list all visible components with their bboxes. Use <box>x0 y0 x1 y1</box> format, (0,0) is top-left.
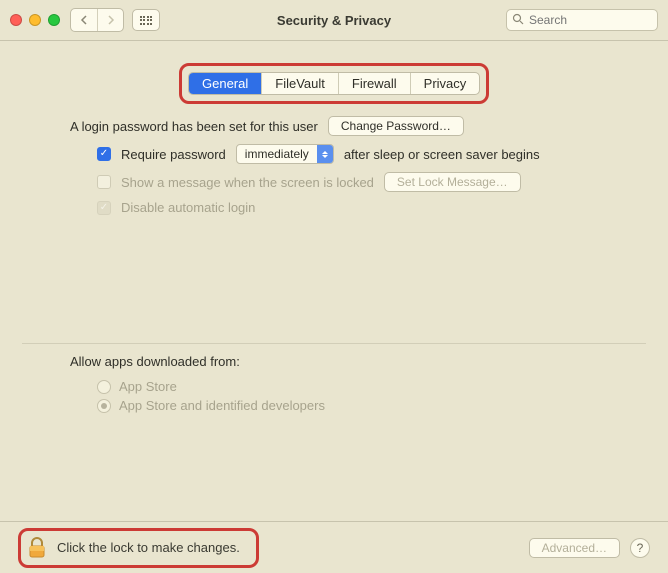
lock-text: Click the lock to make changes. <box>57 540 240 555</box>
close-icon[interactable] <box>10 14 22 26</box>
tabs-highlight: General FileVault Firewall Privacy <box>179 63 489 104</box>
window-controls <box>10 14 60 26</box>
chevron-up-down-icon <box>317 145 333 163</box>
show-message-checkbox <box>97 175 111 189</box>
titlebar: Security & Privacy <box>0 0 668 40</box>
set-lock-message-button: Set Lock Message… <box>384 172 521 192</box>
search-icon <box>512 13 524 28</box>
tab-privacy[interactable]: Privacy <box>411 73 480 94</box>
zoom-icon[interactable] <box>48 14 60 26</box>
grid-icon <box>140 16 153 25</box>
apps-identified-radio <box>97 399 111 413</box>
search-wrap <box>506 9 658 31</box>
password-set-row: A login password has been set for this u… <box>70 116 646 136</box>
bottom-bar: Click the lock to make changes. Advanced… <box>0 521 668 573</box>
apps-appstore-radio <box>97 380 111 394</box>
require-password-row: ✓ Require password immediately after sle… <box>97 144 646 164</box>
require-password-checkbox[interactable]: ✓ <box>97 147 111 161</box>
require-password-label: Require password <box>121 147 226 162</box>
apps-identified-row: App Store and identified developers <box>97 398 646 413</box>
advanced-button[interactable]: Advanced… <box>529 538 620 558</box>
back-button[interactable] <box>71 9 97 31</box>
apps-appstore-row: App Store <box>97 379 646 394</box>
lock-icon[interactable] <box>27 537 47 559</box>
show-message-label: Show a message when the screen is locked <box>121 175 374 190</box>
show-message-row: Show a message when the screen is locked… <box>97 172 646 192</box>
forward-button[interactable] <box>97 9 123 31</box>
change-password-button[interactable]: Change Password… <box>328 116 464 136</box>
apps-identified-label: App Store and identified developers <box>119 398 325 413</box>
password-set-text: A login password has been set for this u… <box>70 119 318 134</box>
disable-autologin-label: Disable automatic login <box>121 200 255 215</box>
lock-highlight: Click the lock to make changes. <box>18 528 259 568</box>
tab-general[interactable]: General <box>189 73 262 94</box>
show-all-button[interactable] <box>132 9 160 31</box>
disable-autologin-checkbox: ✓ <box>97 201 111 215</box>
disable-autologin-row: ✓ Disable automatic login <box>97 200 646 215</box>
content: General FileVault Firewall Privacy A log… <box>0 41 668 573</box>
nav-buttons <box>70 8 124 32</box>
minimize-icon[interactable] <box>29 14 41 26</box>
allow-apps-heading: Allow apps downloaded from: <box>70 354 646 369</box>
tab-bar: General FileVault Firewall Privacy <box>188 72 480 95</box>
section-divider <box>22 343 646 344</box>
tab-filevault[interactable]: FileVault <box>262 73 339 94</box>
tab-firewall[interactable]: Firewall <box>339 73 411 94</box>
require-password-after: after sleep or screen saver begins <box>344 147 540 162</box>
apps-appstore-label: App Store <box>119 379 177 394</box>
require-password-value: immediately <box>237 147 317 161</box>
help-button[interactable]: ? <box>630 538 650 558</box>
search-input[interactable] <box>506 9 658 31</box>
require-password-select[interactable]: immediately <box>236 144 334 164</box>
